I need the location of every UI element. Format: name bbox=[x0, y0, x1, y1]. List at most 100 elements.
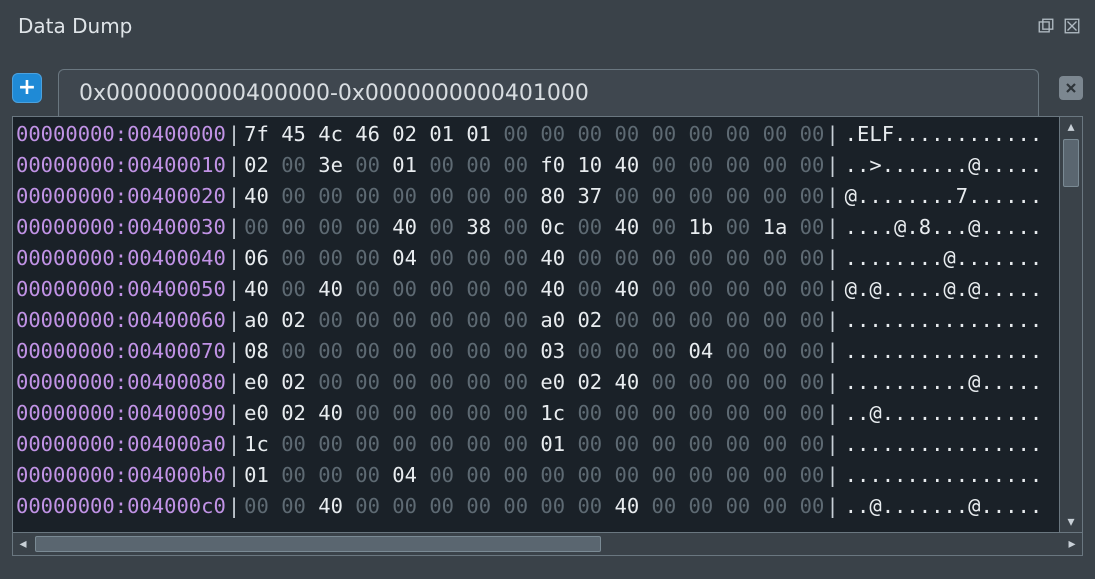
column-separator: | bbox=[824, 336, 840, 367]
hex-bytes: e0 02 00 00 00 00 00 00 e0 02 40 00 00 0… bbox=[242, 367, 824, 398]
hex-bytes: 06 00 00 00 04 00 00 00 40 00 00 00 00 0… bbox=[242, 243, 824, 274]
vertical-scroll-thumb[interactable] bbox=[1063, 139, 1079, 187]
data-dump-panel: Data Dump + 0x0000000000400000-0x0000000… bbox=[0, 0, 1095, 579]
column-separator: | bbox=[226, 212, 242, 243]
column-separator: | bbox=[824, 305, 840, 336]
hex-bytes: 02 00 3e 00 01 00 00 00 f0 10 40 00 00 0… bbox=[242, 150, 824, 181]
ascii-column: ................ bbox=[841, 336, 1043, 367]
column-separator: | bbox=[226, 491, 242, 522]
scroll-up-arrow-icon[interactable]: ▴ bbox=[1060, 117, 1082, 137]
ascii-column: ..>.......@..... bbox=[841, 150, 1043, 181]
ascii-column: ................ bbox=[841, 460, 1043, 491]
plus-icon: + bbox=[18, 77, 36, 99]
close-icon bbox=[1064, 81, 1078, 95]
ascii-column: @.@.....@.@..... bbox=[841, 274, 1043, 305]
column-separator: | bbox=[824, 181, 840, 212]
close-panel-icon[interactable] bbox=[1063, 17, 1081, 35]
column-separator: | bbox=[824, 274, 840, 305]
address: 00000000:00400080 bbox=[16, 367, 226, 398]
hex-bytes: a0 02 00 00 00 00 00 00 a0 02 00 00 00 0… bbox=[242, 305, 824, 336]
ascii-column: ................ bbox=[841, 429, 1043, 460]
address: 00000000:004000b0 bbox=[16, 460, 226, 491]
hex-row: 00000000:00400040|06 00 00 00 04 00 00 0… bbox=[16, 243, 1056, 274]
tab-label: 0x0000000000400000-0x0000000000401000 bbox=[79, 81, 589, 106]
tab-bar: + 0x0000000000400000-0x0000000000401000 bbox=[12, 50, 1083, 116]
column-separator: | bbox=[226, 429, 242, 460]
hex-row: 00000000:00400050|40 00 40 00 00 00 00 0… bbox=[16, 274, 1056, 305]
ascii-column: @........7...... bbox=[841, 181, 1043, 212]
column-separator: | bbox=[226, 336, 242, 367]
hex-bytes: 40 00 40 00 00 00 00 00 40 00 40 00 00 0… bbox=[242, 274, 824, 305]
hex-body[interactable]: 00000000:00400000|7f 45 4c 46 02 01 01 0… bbox=[13, 117, 1059, 532]
add-tab-button[interactable]: + bbox=[12, 73, 42, 103]
column-separator: | bbox=[226, 274, 242, 305]
column-separator: | bbox=[226, 181, 242, 212]
column-separator: | bbox=[226, 243, 242, 274]
column-separator: | bbox=[824, 367, 840, 398]
horizontal-scrollbar[interactable]: ◂ ▸ bbox=[13, 532, 1082, 555]
hex-bytes: 08 00 00 00 00 00 00 00 03 00 00 00 04 0… bbox=[242, 336, 824, 367]
address: 00000000:00400060 bbox=[16, 305, 226, 336]
scroll-down-arrow-icon[interactable]: ▾ bbox=[1060, 512, 1082, 532]
horizontal-scroll-thumb[interactable] bbox=[35, 536, 601, 552]
column-separator: | bbox=[226, 367, 242, 398]
address: 00000000:00400070 bbox=[16, 336, 226, 367]
hex-row: 00000000:00400090|e0 02 40 00 00 00 00 0… bbox=[16, 398, 1056, 429]
ascii-column: ..........@..... bbox=[841, 367, 1043, 398]
column-separator: | bbox=[824, 429, 840, 460]
hex-row: 00000000:00400010|02 00 3e 00 01 00 00 0… bbox=[16, 150, 1056, 181]
hex-row: 00000000:00400000|7f 45 4c 46 02 01 01 0… bbox=[16, 119, 1056, 150]
column-separator: | bbox=[226, 460, 242, 491]
ascii-column: .ELF............ bbox=[841, 119, 1043, 150]
column-separator: | bbox=[824, 150, 840, 181]
hex-view: 00000000:00400000|7f 45 4c 46 02 01 01 0… bbox=[12, 116, 1083, 556]
hex-bytes: 00 00 40 00 00 00 00 00 00 00 40 00 00 0… bbox=[242, 491, 824, 522]
detach-icon[interactable] bbox=[1037, 17, 1055, 35]
hex-row: 00000000:00400060|a0 02 00 00 00 00 00 0… bbox=[16, 305, 1056, 336]
address: 00000000:004000a0 bbox=[16, 429, 226, 460]
column-separator: | bbox=[824, 243, 840, 274]
column-separator: | bbox=[226, 305, 242, 336]
panel-title: Data Dump bbox=[18, 14, 1037, 38]
scroll-left-arrow-icon[interactable]: ◂ bbox=[13, 533, 33, 555]
titlebar: Data Dump bbox=[12, 0, 1083, 50]
column-separator: | bbox=[226, 119, 242, 150]
hex-bytes: 01 00 00 00 04 00 00 00 00 00 00 00 00 0… bbox=[242, 460, 824, 491]
vertical-scrollbar[interactable]: ▴ ▾ bbox=[1059, 117, 1082, 532]
address: 00000000:00400050 bbox=[16, 274, 226, 305]
ascii-column: ........@....... bbox=[841, 243, 1043, 274]
column-separator: | bbox=[824, 398, 840, 429]
address: 00000000:00400030 bbox=[16, 212, 226, 243]
address: 00000000:00400040 bbox=[16, 243, 226, 274]
ascii-column: ................ bbox=[841, 305, 1043, 336]
hex-row: 00000000:00400020|40 00 00 00 00 00 00 0… bbox=[16, 181, 1056, 212]
hex-row: 00000000:00400070|08 00 00 00 00 00 00 0… bbox=[16, 336, 1056, 367]
tab-memory-region[interactable]: 0x0000000000400000-0x0000000000401000 bbox=[58, 69, 1039, 116]
ascii-column: ..@............. bbox=[841, 398, 1043, 429]
address: 00000000:00400090 bbox=[16, 398, 226, 429]
column-separator: | bbox=[226, 150, 242, 181]
ascii-column: ....@.8...@..... bbox=[841, 212, 1043, 243]
hex-row: 00000000:004000c0|00 00 40 00 00 00 00 0… bbox=[16, 491, 1056, 522]
hex-bytes: 00 00 00 00 40 00 38 00 0c 00 40 00 1b 0… bbox=[242, 212, 824, 243]
scroll-right-arrow-icon[interactable]: ▸ bbox=[1062, 533, 1082, 555]
hex-row: 00000000:00400030|00 00 00 00 40 00 38 0… bbox=[16, 212, 1056, 243]
column-separator: | bbox=[226, 398, 242, 429]
hex-bytes: 1c 00 00 00 00 00 00 00 01 00 00 00 00 0… bbox=[242, 429, 824, 460]
hex-bytes: 7f 45 4c 46 02 01 01 00 00 00 00 00 00 0… bbox=[242, 119, 824, 150]
column-separator: | bbox=[824, 119, 840, 150]
column-separator: | bbox=[824, 212, 840, 243]
hex-bytes: e0 02 40 00 00 00 00 00 1c 00 00 00 00 0… bbox=[242, 398, 824, 429]
address: 00000000:004000c0 bbox=[16, 491, 226, 522]
hex-row: 00000000:00400080|e0 02 00 00 00 00 00 0… bbox=[16, 367, 1056, 398]
address: 00000000:00400010 bbox=[16, 150, 226, 181]
ascii-column: ..@.......@..... bbox=[841, 491, 1043, 522]
address: 00000000:00400020 bbox=[16, 181, 226, 212]
tab-close-button[interactable] bbox=[1059, 76, 1083, 100]
hex-row: 00000000:004000b0|01 00 00 00 04 00 00 0… bbox=[16, 460, 1056, 491]
column-separator: | bbox=[824, 460, 840, 491]
column-separator: | bbox=[824, 491, 840, 522]
address: 00000000:00400000 bbox=[16, 119, 226, 150]
hex-bytes: 40 00 00 00 00 00 00 00 80 37 00 00 00 0… bbox=[242, 181, 824, 212]
hex-row: 00000000:004000a0|1c 00 00 00 00 00 00 0… bbox=[16, 429, 1056, 460]
